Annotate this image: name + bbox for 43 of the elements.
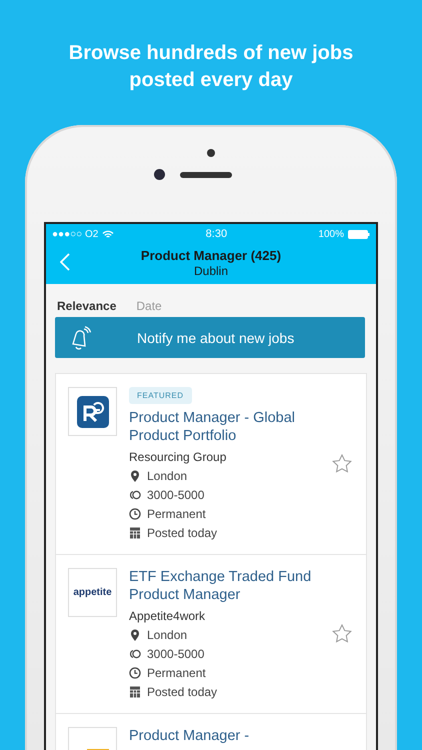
company-logo: appetite <box>68 568 117 617</box>
job-title[interactable]: Product Manager - <box>129 727 250 745</box>
battery-text: 100% <box>318 228 344 240</box>
star-icon[interactable] <box>332 624 352 643</box>
contract-type-text: Permanent <box>147 666 206 680</box>
job-title[interactable]: Product Manager - Global Product Portfolio <box>129 409 324 445</box>
job-card[interactable]: FEATURED Product Manager - Global Product Portfolio Resourcing Group London 3000-5000 Permanent Posted today <box>56 374 366 555</box>
back-icon[interactable] <box>60 253 70 271</box>
job-card[interactable]: appetite ETF Exchange Traded Fund Product Manager Appetite4work London 3000-5000 Permanent Posted today <box>56 555 366 714</box>
notify-button[interactable]: Notify me about new jobs <box>55 317 365 358</box>
clock-icon <box>129 667 141 679</box>
carrier-text: ●●●○○ O2 <box>52 228 98 240</box>
salary-text: 3000-5000 <box>147 488 204 502</box>
company-name: Resourcing Group <box>129 450 226 464</box>
job-title[interactable]: ETF Exchange Traded Fund Product Manager <box>129 568 324 604</box>
headline: Browse hundreds of new jobs posted every day <box>68 41 354 93</box>
coins-icon <box>129 649 141 659</box>
clock-icon <box>129 508 141 520</box>
sensor-icon <box>207 149 215 157</box>
company-name: Appetite4work <box>129 609 206 623</box>
location-text: London <box>147 628 188 642</box>
speaker-icon <box>180 172 232 178</box>
nav-title: Product Manager (425) <box>140 248 282 262</box>
posted-text: Posted today <box>147 685 218 699</box>
contract-type-text: Permanent <box>147 507 206 521</box>
nav-subtitle: Dublin <box>192 264 230 278</box>
location-pin-icon <box>129 629 141 641</box>
sort-tab[interactable]: Relevance <box>57 294 116 317</box>
posted-text: Posted today <box>147 526 218 540</box>
camera-icon <box>154 169 164 180</box>
calendar-icon <box>129 686 141 698</box>
job-card[interactable]: Product Manager - <box>56 714 366 750</box>
location-pin-icon <box>129 470 141 482</box>
salary-text: 3000-5000 <box>147 647 204 661</box>
wifi-icon <box>102 230 114 238</box>
status-time: 8:30 <box>206 228 228 240</box>
featured-badge: FEATURED <box>129 387 192 404</box>
company-logo <box>68 387 117 436</box>
calendar-icon <box>129 527 141 539</box>
star-icon[interactable] <box>332 454 352 473</box>
battery-icon <box>348 230 370 238</box>
location-text: London <box>147 469 188 483</box>
coins-icon <box>129 490 141 500</box>
